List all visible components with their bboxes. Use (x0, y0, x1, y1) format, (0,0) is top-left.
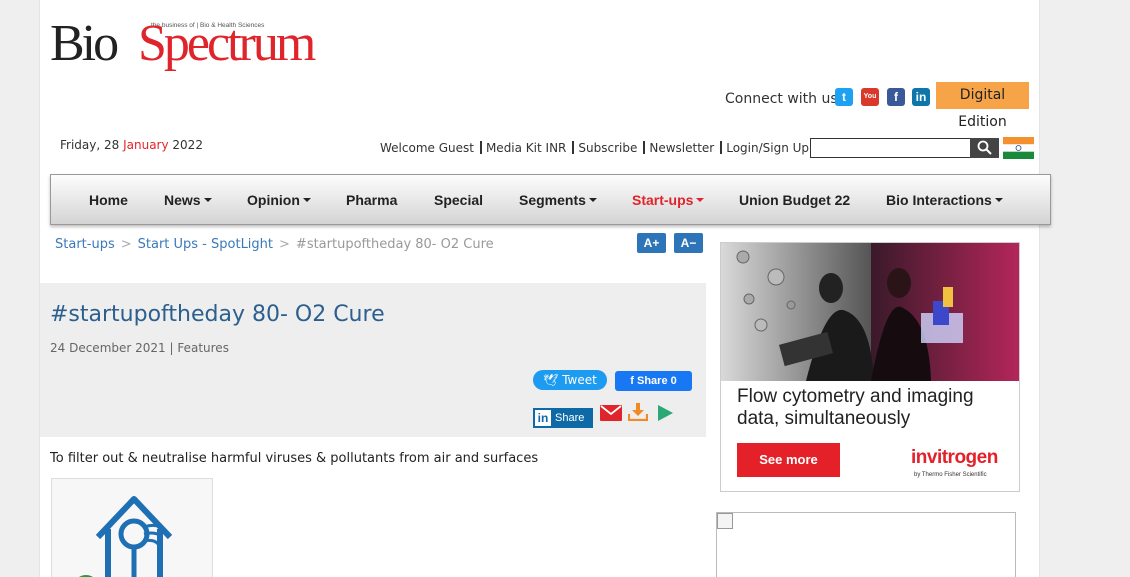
india-flag-icon[interactable] (1003, 137, 1034, 159)
broken-image-icon (717, 513, 733, 529)
connect-label: Connect with us : (725, 91, 847, 107)
top-links: Welcome Guest Media Kit INR Subscribe Newsl… (380, 141, 809, 155)
main-nav: Home News Opinion Pharma Special Segment… (50, 174, 1051, 225)
fb-share-label: Share 0 (636, 375, 677, 387)
article-meta: 24 December 2021 | Features (50, 341, 229, 355)
font-increase-button[interactable]: A+ (637, 233, 666, 253)
facebook-icon[interactable]: f (887, 88, 905, 106)
media-kit-link[interactable]: Media Kit INR (486, 141, 566, 155)
chevron-down-icon (302, 198, 311, 202)
logo-spectrum: Spectrum (138, 15, 316, 72)
page-container: the business of | Bio & Health Sciences … (39, 0, 1051, 577)
nav-bio-interactions-label: Bio Interactions (886, 192, 992, 208)
breadcrumb-current: #startupoftheday 80- O2 Cure (295, 237, 494, 252)
nav-opinion[interactable]: Opinion (247, 192, 311, 208)
digital-edition-button[interactable]: Digital Edition (936, 82, 1029, 130)
search-icon (977, 140, 992, 155)
facebook-icon: f (630, 375, 637, 387)
nav-news[interactable]: News (164, 192, 212, 208)
nav-segments-label: Segments (519, 192, 586, 208)
broken-ad-placeholder[interactable] (716, 512, 1016, 577)
ad-image (721, 243, 1019, 381)
breadcrumb-separator: > (279, 237, 290, 252)
invitrogen-ad[interactable]: Flow cytometry and imaging data, simultan… (720, 242, 1020, 492)
welcome-guest: Welcome Guest (380, 141, 474, 155)
breadcrumb-separator: > (120, 237, 132, 252)
youtube-icon[interactable]: You (861, 88, 879, 106)
email-icon[interactable] (600, 405, 622, 421)
linkedin-share-button[interactable]: in Share (533, 408, 593, 428)
newsletter-link[interactable]: Newsletter (649, 141, 714, 155)
nav-segments[interactable]: Segments (519, 192, 597, 208)
nav-union-budget[interactable]: Union Budget 22 (739, 192, 850, 208)
twitter-icon[interactable]: t (835, 88, 853, 106)
biospectrum-logo[interactable]: the business of | Bio & Health Sciences … (50, 14, 316, 74)
ad-headline: Flow cytometry and imaging data, simultan… (737, 386, 974, 430)
ad-headline-1: Flow cytometry and imaging (737, 386, 974, 407)
nav-startups-label: Start-ups (632, 192, 694, 208)
date-month: January (123, 138, 169, 152)
nav-startups[interactable]: Start-ups (632, 192, 705, 208)
search-input[interactable] (810, 138, 971, 158)
o2-cure-logo-icon (52, 479, 212, 577)
nav-home[interactable]: Home (89, 192, 128, 208)
breadcrumb: Start-ups > Start Ups - SpotLight > #startup… (55, 237, 494, 252)
nav-opinion-label: Opinion (247, 192, 300, 208)
article-category[interactable]: Features (177, 341, 229, 355)
invitrogen-sub: by Thermo Fisher Scientific (914, 472, 987, 478)
chevron-down-icon (203, 198, 212, 202)
article-title: #startupoftheday 80- O2 Cure (50, 302, 385, 327)
article-image (51, 478, 213, 577)
chevron-down-icon (588, 198, 597, 202)
date-day: Friday, 28 (60, 138, 124, 152)
chevron-down-icon (994, 198, 1003, 202)
nav-bio-interactions[interactable]: Bio Interactions (886, 192, 1003, 208)
ad-see-more-button[interactable]: See more (737, 443, 840, 477)
login-signup-link[interactable]: Login/Sign Up (726, 141, 809, 155)
date-year: 2022 (168, 138, 203, 152)
twitter-bird-icon: 🕊 (543, 373, 563, 387)
nav-special[interactable]: Special (434, 192, 483, 208)
article-summary: To filter out & neutralise harmful virus… (50, 451, 539, 466)
article-date: 24 December 2021 (50, 341, 166, 355)
breadcrumb-startups[interactable]: Start-ups (55, 237, 115, 252)
nav-news-label: News (164, 192, 201, 208)
play-audio-icon[interactable] (656, 404, 674, 422)
tweet-label: Tweet (562, 373, 597, 387)
font-decrease-button[interactable]: A− (674, 233, 703, 253)
linkedin-icon[interactable]: in (912, 88, 930, 106)
current-date: Friday, 28 January 2022 (60, 138, 203, 152)
subscribe-link[interactable]: Subscribe (578, 141, 637, 155)
facebook-share-button[interactable]: f Share 0 (615, 371, 692, 391)
linkedin-icon: in (535, 410, 551, 426)
ad-headline-2: data, simultaneously (737, 408, 911, 429)
linkedin-share-label: Share (555, 412, 585, 424)
download-icon[interactable] (628, 403, 648, 421)
logo-bio: Bio (50, 15, 119, 72)
breadcrumb-spotlight[interactable]: Start Ups - SpotLight (138, 237, 273, 252)
search-button[interactable] (970, 138, 999, 158)
nav-pharma[interactable]: Pharma (346, 192, 397, 208)
tweet-button[interactable]: 🕊 Tweet (533, 370, 607, 390)
chevron-down-icon (696, 198, 705, 202)
invitrogen-logo: invitrogen (911, 447, 998, 468)
